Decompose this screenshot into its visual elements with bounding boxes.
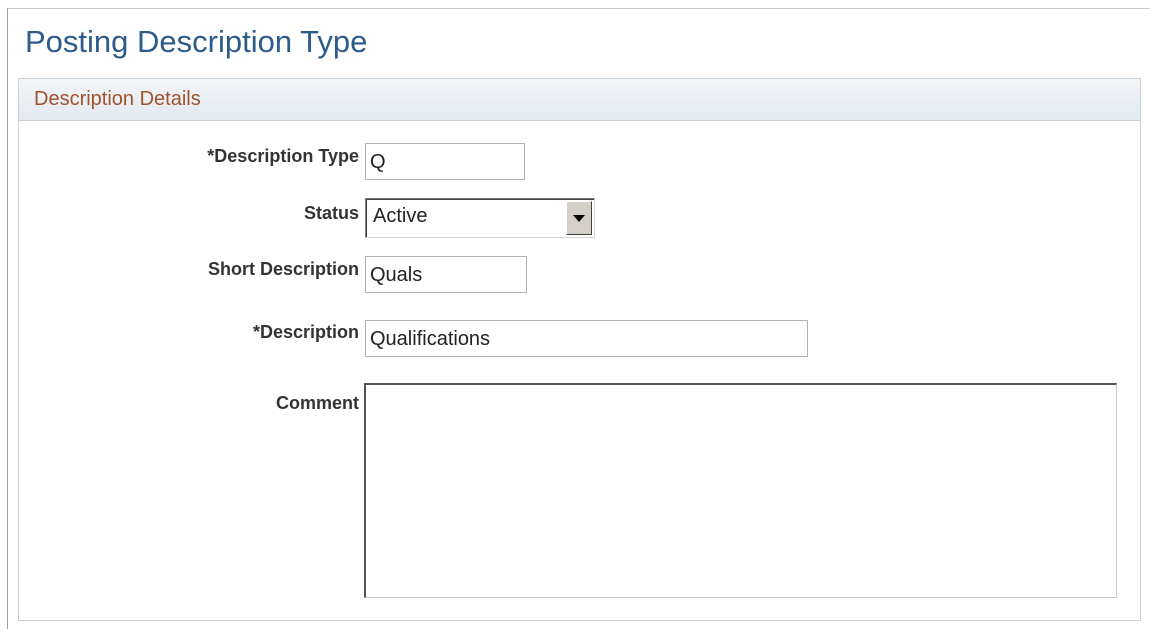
frame-left-border: [7, 8, 8, 629]
short-description-label: Short Description: [207, 259, 359, 279]
comment-textarea[interactable]: [364, 383, 1117, 598]
frame-top-border: [7, 8, 1150, 9]
description-label: *Description: [252, 322, 359, 342]
short-description-input[interactable]: Quals: [365, 256, 527, 293]
comment-label: Comment: [275, 393, 359, 413]
status-select[interactable]: Active: [365, 198, 595, 238]
description-type-label: *Description Type: [207, 146, 359, 166]
chevron-down-icon: [573, 215, 585, 222]
description-input[interactable]: Qualifications: [365, 320, 808, 357]
group-header: Description Details: [19, 79, 1140, 121]
status-selected-value: Active: [373, 205, 428, 227]
status-dropdown-button[interactable]: [566, 201, 592, 235]
status-label: Status: [303, 203, 359, 223]
page-title: Posting Description Type: [25, 24, 368, 59]
description-type-input[interactable]: Q: [365, 143, 525, 180]
page-frame: Posting Description Type Description Det…: [0, 0, 1150, 629]
group-title: Description Details: [34, 88, 201, 110]
